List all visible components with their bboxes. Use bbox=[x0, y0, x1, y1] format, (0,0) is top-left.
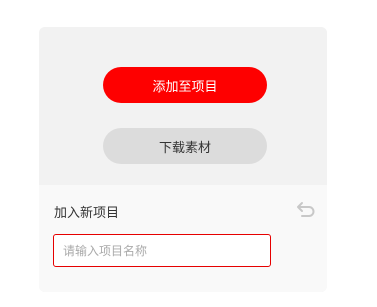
download-asset-button[interactable]: 下载素材 bbox=[103, 128, 267, 164]
project-name-input[interactable] bbox=[53, 234, 271, 267]
actions-section: 添加至项目 下载素材 bbox=[39, 27, 327, 185]
add-to-project-button[interactable]: 添加至项目 bbox=[103, 67, 267, 103]
undo-icon[interactable] bbox=[296, 200, 316, 218]
new-project-title: 加入新项目 bbox=[54, 206, 120, 221]
project-panel: 添加至项目 下载素材 加入新项目 bbox=[39, 27, 327, 292]
new-project-section: 加入新项目 bbox=[39, 185, 327, 292]
